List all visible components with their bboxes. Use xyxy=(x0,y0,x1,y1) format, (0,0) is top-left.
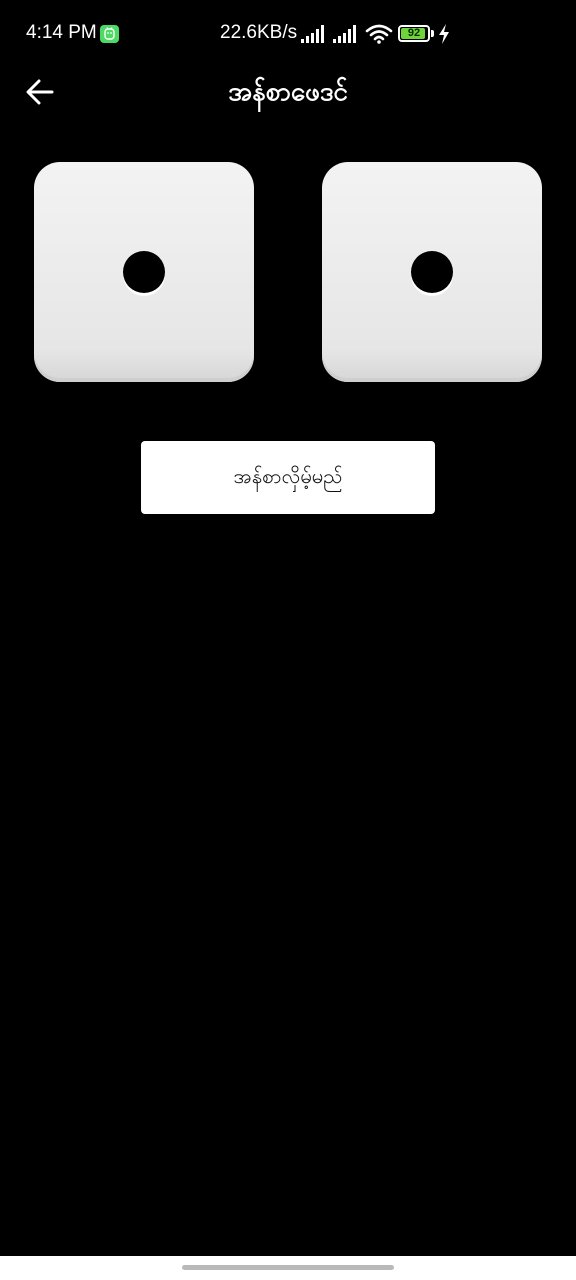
signal-icon xyxy=(333,25,359,47)
page-title: အန်စာဖေဒင် xyxy=(228,77,348,107)
status-bar: 4:14 PM 22.6KB/s 92 xyxy=(0,0,576,68)
die-pip xyxy=(411,251,453,293)
signal-icon xyxy=(301,25,327,47)
home-indicator[interactable] xyxy=(182,1265,394,1270)
app-notification-icon xyxy=(100,25,119,43)
battery-level: 92 xyxy=(407,27,421,39)
status-time: 4:14 PM xyxy=(26,22,97,43)
die-pip xyxy=(123,251,165,293)
roll-dice-button[interactable]: အန်စာလှိမ့်မည် xyxy=(141,441,435,514)
die-left xyxy=(34,162,254,382)
battery-tip xyxy=(431,30,434,37)
die-right xyxy=(322,162,542,382)
network-speed: 22.6KB/s xyxy=(220,22,298,43)
battery-icon: 92 xyxy=(398,25,430,42)
wifi-icon xyxy=(365,24,393,48)
charging-icon xyxy=(438,24,450,48)
navigation-bar xyxy=(0,1256,576,1280)
